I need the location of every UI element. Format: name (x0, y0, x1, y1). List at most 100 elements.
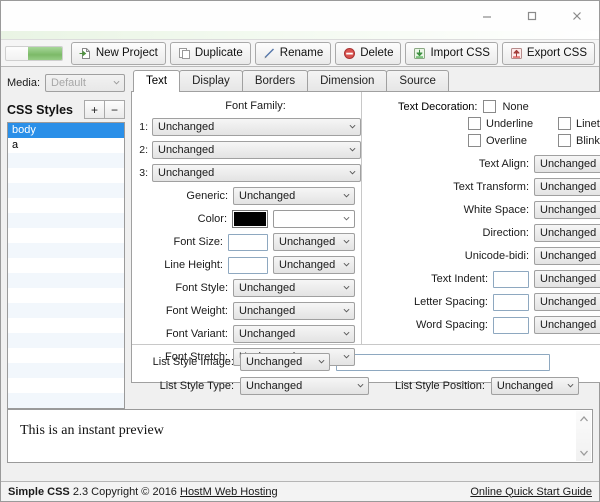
color-swatch[interactable] (232, 210, 268, 228)
scroll-up-icon[interactable] (579, 415, 589, 423)
rename-button[interactable]: Rename (254, 41, 332, 65)
decoration-none-checkbox[interactable] (483, 100, 497, 113)
tab-source[interactable]: Source (386, 70, 449, 91)
list-row-empty (8, 378, 124, 393)
line-height-input[interactable] (228, 256, 268, 274)
letter-spacing-unit-select[interactable]: Unchanged (534, 293, 600, 311)
font-family-title: Font Family: (225, 100, 286, 112)
text-transform-label: Text Transform: (453, 181, 529, 193)
maximize-button[interactable] (509, 1, 554, 31)
close-button[interactable] (554, 1, 599, 31)
import-css-button[interactable]: Import CSS (405, 41, 498, 65)
white-space-select[interactable]: Unchanged (534, 201, 600, 219)
list-row-empty (8, 333, 124, 348)
line-height-label: Line Height: (164, 259, 223, 271)
font-family-1-value: Unchanged (158, 121, 215, 133)
new-project-button[interactable]: New Project (70, 41, 166, 65)
sidebar: Media: Default CSS Styles + − body a (1, 67, 129, 409)
vendor-link[interactable]: HostM Web Hosting (180, 486, 278, 498)
unicode-bidi-select[interactable]: Unchanged (534, 247, 600, 265)
text-transform-value: Unchanged (540, 181, 597, 193)
tab-display[interactable]: Display (179, 70, 243, 91)
font-weight-row: Font Weight: Unchanged (136, 302, 361, 320)
add-style-button[interactable]: + (84, 100, 104, 119)
export-css-label: Export CSS (526, 47, 587, 59)
decoration-underline[interactable]: Underline (468, 117, 550, 130)
list-style-position-value: Unchanged (496, 380, 554, 392)
tab-text[interactable]: Text (133, 70, 181, 92)
list-row-empty (8, 303, 124, 318)
tab-dimension[interactable]: Dimension (307, 70, 388, 91)
font-size-input[interactable] (228, 233, 268, 251)
text-decoration-label: Text Decoration: (398, 100, 478, 113)
list-style-image-row: List Style Image: Unchanged (142, 353, 600, 371)
color-label: Color: (197, 213, 227, 225)
new-project-label: New Project (95, 47, 158, 59)
text-transform-row: Text Transform: Unchanged (372, 178, 600, 196)
color-select[interactable] (273, 210, 355, 228)
font-variant-select[interactable]: Unchanged (233, 325, 355, 343)
letter-spacing-row: Letter Spacing: Unchanged (372, 293, 600, 311)
word-spacing-input[interactable] (493, 316, 529, 334)
font-family-1-number: 1: (139, 121, 148, 133)
decoration-blink-checkbox[interactable] (558, 134, 571, 147)
chevron-down-icon (343, 239, 350, 244)
font-weight-select[interactable]: Unchanged (233, 302, 355, 320)
decoration-underline-label: Underline (486, 117, 534, 130)
export-css-button[interactable]: Export CSS (501, 41, 595, 65)
line-height-unit-select[interactable]: Unchanged (273, 256, 355, 274)
chevron-down-icon (343, 308, 350, 313)
text-align-label: Text Align: (478, 158, 529, 170)
font-family-3-select[interactable]: Unchanged (152, 164, 361, 182)
letter-spacing-input[interactable] (493, 293, 529, 311)
preview-scrollbar[interactable] (576, 411, 591, 461)
status-copyright: Simple CSS 2.3 Copyright © 2016 HostM We… (8, 486, 278, 498)
quick-start-guide-link[interactable]: Online Quick Start Guide (470, 486, 592, 498)
list-style-position-select[interactable]: Unchanged (490, 377, 579, 395)
font-family-row-3: 3: Unchanged (136, 164, 361, 182)
media-select[interactable]: Default (45, 74, 125, 92)
decoration-overline-checkbox[interactable] (468, 134, 481, 147)
font-family-2-select[interactable]: Unchanged (152, 141, 361, 159)
decoration-linethrough[interactable]: Linethrough (558, 117, 600, 130)
scroll-down-icon[interactable] (579, 449, 589, 457)
media-select-value: Default (51, 77, 86, 89)
font-size-row: Font Size: Unchanged (136, 233, 361, 251)
text-align-select[interactable]: Unchanged (534, 155, 600, 173)
decoration-linethrough-checkbox[interactable] (558, 117, 571, 130)
decoration-blink[interactable]: Blink (558, 134, 600, 147)
font-weight-label: Font Weight: (165, 305, 228, 317)
text-indent-unit-select[interactable]: Unchanged (534, 270, 600, 288)
decoration-underline-checkbox[interactable] (468, 117, 481, 130)
list-item[interactable]: a (8, 138, 124, 153)
text-decoration-options: Underline Linethrough Overli (468, 117, 600, 147)
font-family-3-number: 3: (139, 167, 148, 179)
export-icon (510, 47, 523, 60)
list-style-type-select[interactable]: Unchanged (240, 377, 369, 395)
list-item[interactable]: body (8, 123, 124, 138)
remove-style-button[interactable]: − (104, 100, 125, 119)
font-variant-row: Font Variant: Unchanged (136, 325, 361, 343)
css-styles-list[interactable]: body a (7, 122, 125, 409)
list-style-image-select[interactable]: Unchanged (240, 353, 330, 371)
font-style-value: Unchanged (239, 282, 296, 294)
list-style-image-url-input[interactable] (336, 353, 550, 371)
minimize-button[interactable] (464, 1, 509, 31)
font-style-select[interactable]: Unchanged (233, 279, 355, 297)
duplicate-button[interactable]: Duplicate (169, 41, 251, 65)
text-indent-input[interactable] (493, 270, 529, 288)
decoration-overline[interactable]: Overline (468, 134, 550, 147)
generic-row: Generic: Unchanged (136, 187, 361, 205)
direction-select[interactable]: Unchanged (534, 224, 600, 242)
media-row: Media: Default (7, 73, 125, 93)
text-transform-select[interactable]: Unchanged (534, 178, 600, 196)
tab-borders[interactable]: Borders (241, 70, 309, 91)
font-family-1-select[interactable]: Unchanged (152, 118, 361, 136)
delete-button[interactable]: Delete (335, 41, 402, 65)
word-spacing-unit-select[interactable]: Unchanged (534, 316, 600, 334)
text-align-value: Unchanged (540, 158, 597, 170)
generic-select[interactable]: Unchanged (233, 187, 355, 205)
font-size-unit-select[interactable]: Unchanged (273, 233, 355, 251)
delete-icon (343, 47, 356, 60)
decoration-pair-1: Underline Linethrough (468, 117, 600, 130)
